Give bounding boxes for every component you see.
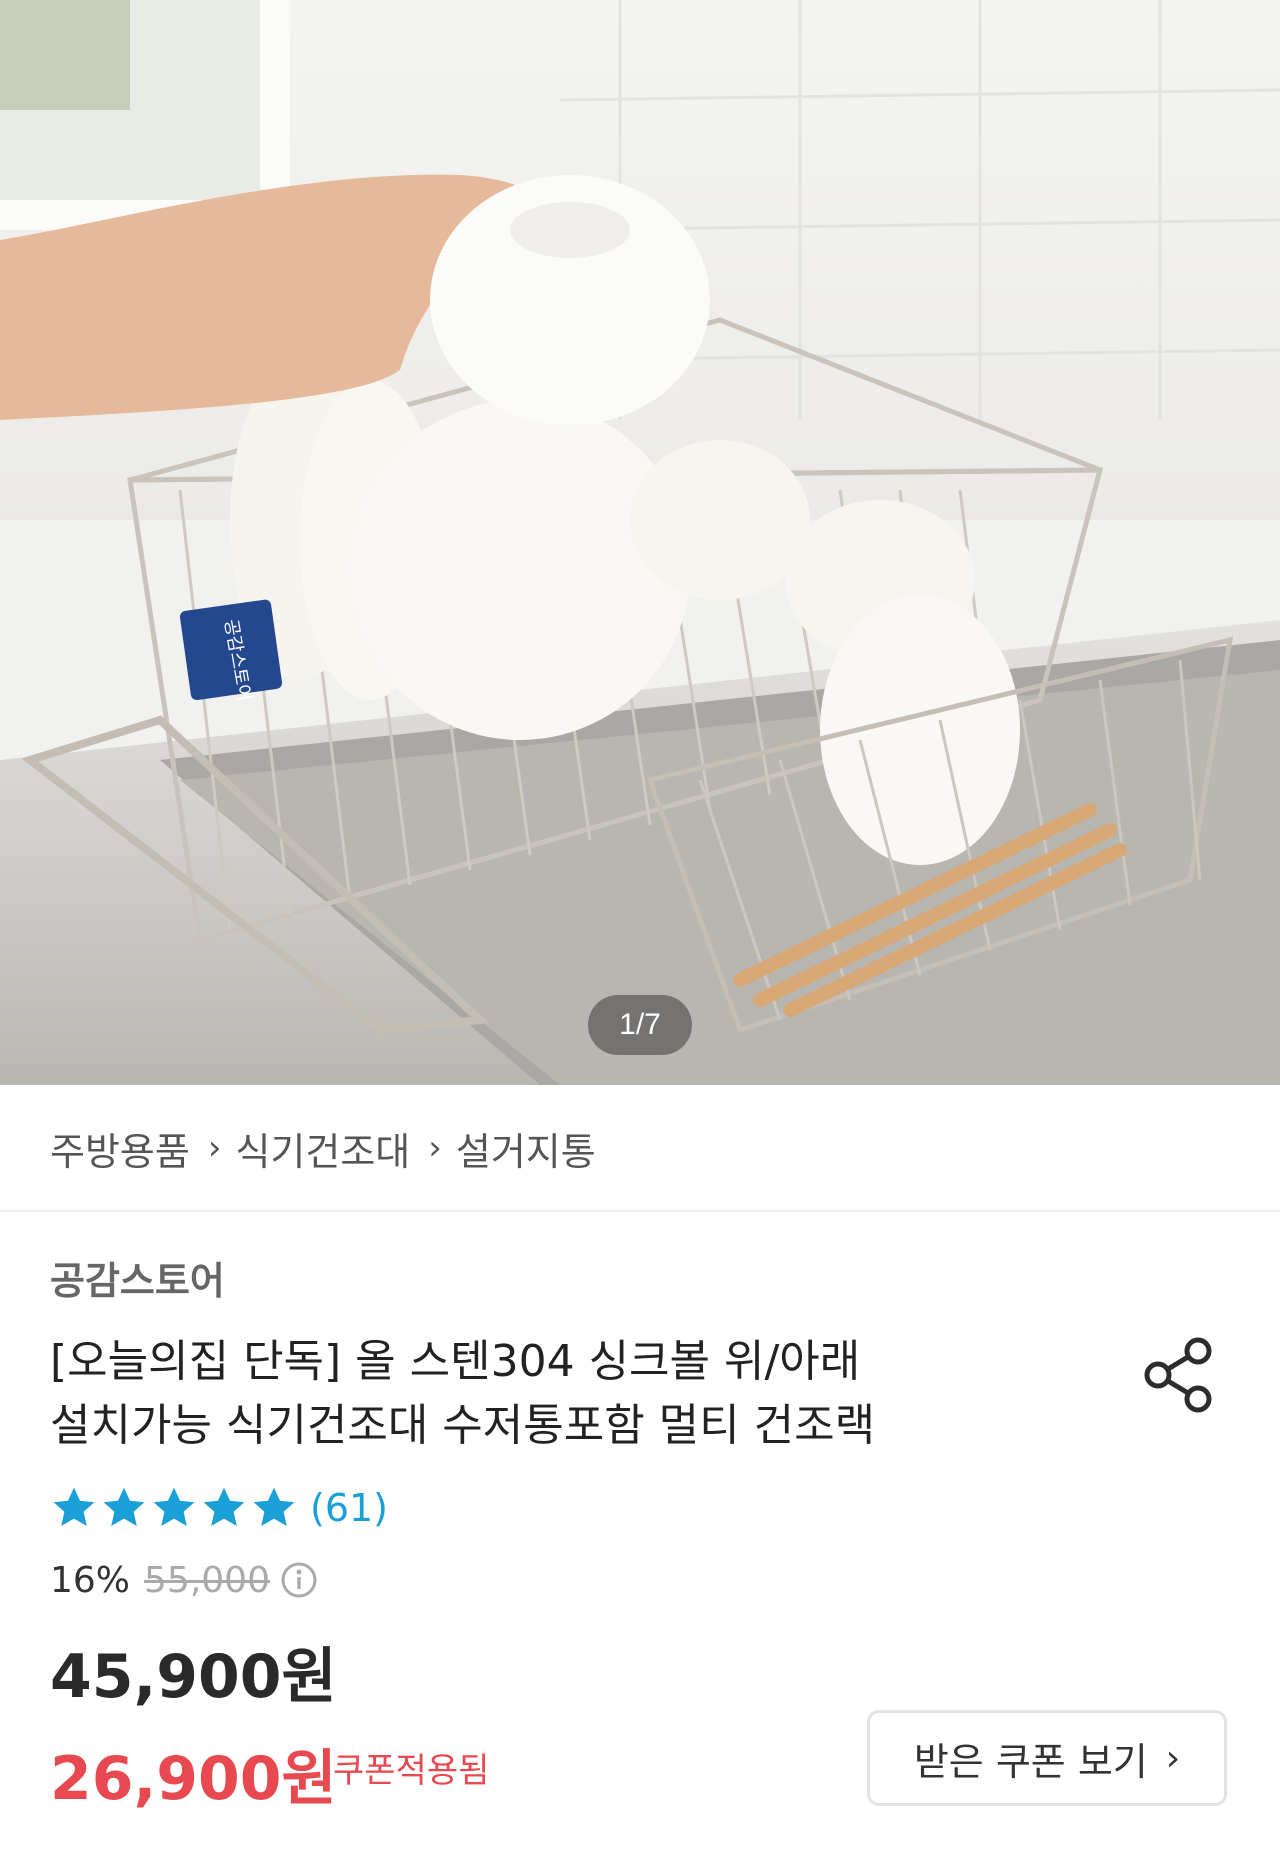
discount-row: 16% 55,000 — [50, 1555, 318, 1605]
product-title-line2: 설치가능 식기건조대 수저통포함 멀티 건조랙 — [50, 1400, 876, 1451]
coupon-price: 26,900원 — [50, 1744, 337, 1814]
sale-price: 45,900원 — [50, 1642, 337, 1712]
star-icon — [203, 1487, 245, 1526]
info-icon[interactable] — [280, 1561, 318, 1599]
section-divider — [0, 1210, 1280, 1212]
star-icon — [103, 1487, 145, 1526]
star-icon — [253, 1487, 295, 1526]
breadcrumb-item-dishwashing-tub[interactable]: 설거지통 — [456, 1121, 596, 1176]
breadcrumb: 주방용품 › 식기건조대 › 설거지통 — [50, 1118, 596, 1178]
breadcrumb-item-kitchen[interactable]: 주방용품 — [50, 1121, 190, 1176]
breadcrumb-item-dish-rack[interactable]: 식기건조대 — [235, 1121, 410, 1176]
rating-row[interactable]: (61) — [50, 1478, 388, 1538]
product-title: [오늘의집 단독] 올 스텐304 싱크볼 위/아래 설치가능 식기건조대 수저… — [50, 1330, 1030, 1458]
coupon-applied-label: 쿠폰적용됨 — [333, 1751, 490, 1791]
original-price: 55,000 — [144, 1559, 270, 1601]
review-count[interactable]: (61) — [310, 1486, 388, 1530]
product-title-line1: [오늘의집 단독] 올 스텐304 싱크볼 위/아래 — [50, 1336, 861, 1387]
view-coupons-label: 받은 쿠폰 보기 — [913, 1739, 1148, 1784]
share-icon[interactable] — [1140, 1335, 1220, 1415]
chevron-right-icon: › — [1165, 1737, 1181, 1779]
gallery-page-indicator: 1/7 — [588, 995, 692, 1055]
product-photo: 공감스토어 — [0, 0, 1280, 1085]
view-coupons-button[interactable]: 받은 쿠폰 보기 › — [867, 1710, 1227, 1806]
star-icon — [153, 1487, 195, 1526]
brand-name[interactable]: 공감스토어 — [50, 1250, 225, 1305]
chevron-right-icon: › — [428, 1128, 442, 1168]
chevron-right-icon: › — [207, 1128, 222, 1168]
star-rating — [50, 1484, 300, 1532]
product-image-gallery[interactable]: 공감스토어 1/7 — [0, 0, 1280, 1085]
star-icon — [53, 1487, 95, 1526]
discount-rate: 16% — [50, 1559, 131, 1601]
